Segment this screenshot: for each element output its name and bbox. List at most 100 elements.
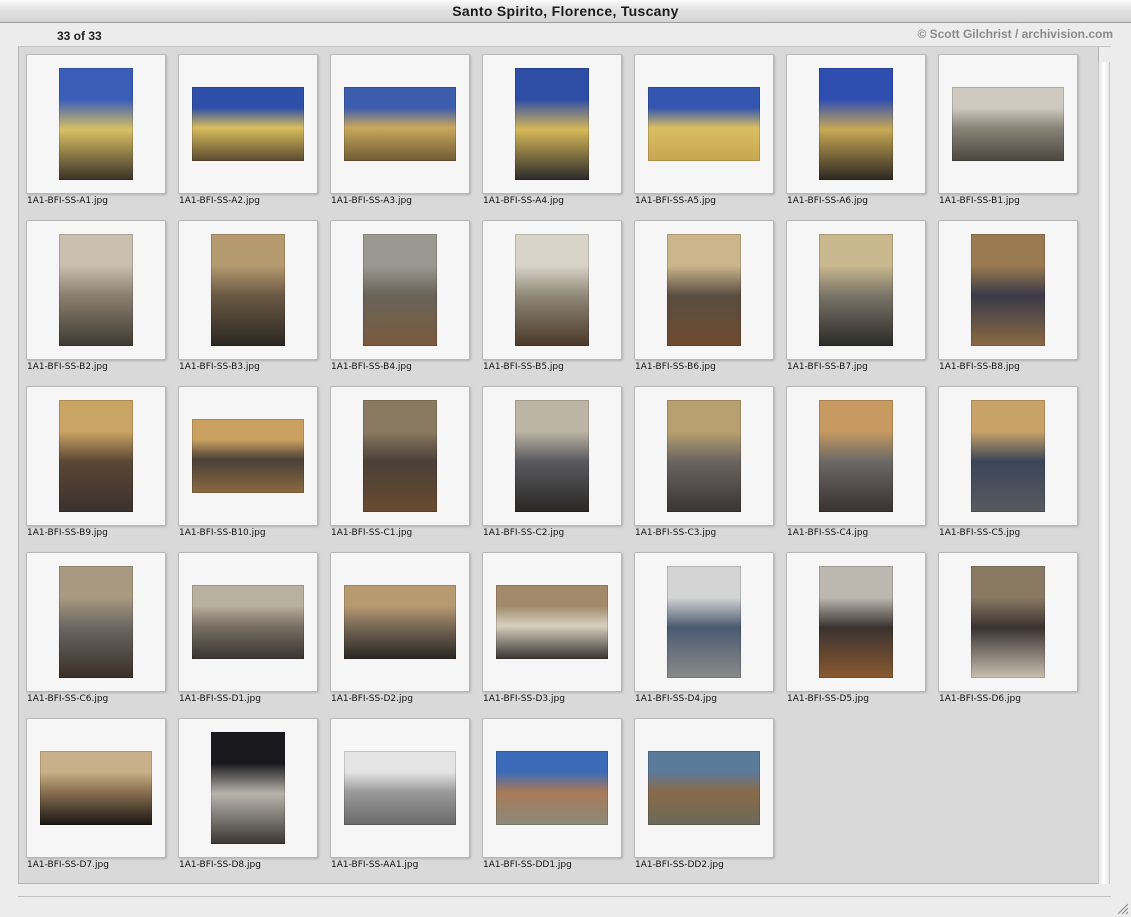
slide-frame[interactable] [786, 386, 926, 526]
thumbnail-image[interactable] [971, 400, 1045, 512]
thumbnail-image[interactable] [819, 234, 893, 346]
slide-frame[interactable] [938, 386, 1078, 526]
thumbnail-item[interactable]: 1A1-BFI-SS-D6.jpg [931, 545, 1078, 704]
thumbnail-image[interactable] [344, 751, 456, 825]
thumbnail-image[interactable] [211, 234, 285, 346]
thumbnail-image[interactable] [667, 234, 741, 346]
thumbnail-image[interactable] [192, 87, 304, 161]
slide-frame[interactable] [178, 718, 318, 858]
slide-frame[interactable] [938, 54, 1078, 194]
slide-frame[interactable] [178, 386, 318, 526]
slide-frame[interactable] [330, 552, 470, 692]
thumbnail-image[interactable] [819, 68, 893, 180]
thumbnail-image[interactable] [667, 400, 741, 512]
slide-frame[interactable] [786, 220, 926, 360]
thumbnail-image[interactable] [59, 234, 133, 346]
thumbnail-item[interactable]: 1A1-BFI-SS-A5.jpg [627, 47, 774, 206]
thumbnail-image[interactable] [971, 566, 1045, 678]
thumbnail-item[interactable]: 1A1-BFI-SS-DD1.jpg [475, 711, 622, 870]
thumbnail-item[interactable]: 1A1-BFI-SS-A1.jpg [19, 47, 166, 206]
thumbnail-item[interactable]: 1A1-BFI-SS-B2.jpg [19, 213, 166, 372]
thumbnail-image[interactable] [40, 751, 152, 825]
thumbnail-pane[interactable]: 1A1-BFI-SS-A1.jpg 1A1-BFI-SS-A2.jpg 1A1-BF… [18, 47, 1099, 884]
slide-frame[interactable] [330, 386, 470, 526]
slide-frame[interactable] [634, 386, 774, 526]
slide-frame[interactable] [786, 54, 926, 194]
thumbnail-item[interactable]: 1A1-BFI-SS-C3.jpg [627, 379, 774, 538]
thumbnail-item[interactable]: 1A1-BFI-SS-B6.jpg [627, 213, 774, 372]
thumbnail-image[interactable] [667, 566, 741, 678]
thumbnail-image[interactable] [496, 585, 608, 659]
thumbnail-item[interactable]: 1A1-BFI-SS-B9.jpg [19, 379, 166, 538]
thumbnail-item[interactable]: 1A1-BFI-SS-D1.jpg [171, 545, 318, 704]
slide-frame[interactable] [634, 552, 774, 692]
thumbnail-image[interactable] [648, 751, 760, 825]
thumbnail-item[interactable]: 1A1-BFI-SS-B8.jpg [931, 213, 1078, 372]
slide-frame[interactable] [482, 718, 622, 858]
window-titlebar[interactable]: Santo Spirito, Florence, Tuscany [0, 0, 1131, 23]
thumbnail-item[interactable]: 1A1-BFI-SS-B5.jpg [475, 213, 622, 372]
thumbnail-image[interactable] [344, 87, 456, 161]
thumbnail-image[interactable] [952, 87, 1064, 161]
thumbnail-image[interactable] [515, 234, 589, 346]
thumbnail-item[interactable]: 1A1-BFI-SS-D8.jpg [171, 711, 318, 870]
thumbnail-image[interactable] [971, 234, 1045, 346]
thumbnail-item[interactable]: 1A1-BFI-SS-D5.jpg [779, 545, 926, 704]
thumbnail-item[interactable]: 1A1-BFI-SS-B4.jpg [323, 213, 470, 372]
thumbnail-item[interactable]: 1A1-BFI-SS-A4.jpg [475, 47, 622, 206]
thumbnail-item[interactable]: 1A1-BFI-SS-B3.jpg [171, 213, 318, 372]
thumbnail-image[interactable] [59, 400, 133, 512]
thumbnail-item[interactable]: 1A1-BFI-SS-D7.jpg [19, 711, 166, 870]
resize-grip-icon[interactable] [1116, 902, 1129, 915]
thumbnail-item[interactable]: 1A1-BFI-SS-A2.jpg [171, 47, 318, 206]
slide-frame[interactable] [482, 386, 622, 526]
thumbnail-image[interactable] [363, 400, 437, 512]
thumbnail-image[interactable] [819, 566, 893, 678]
thumbnail-image[interactable] [211, 732, 285, 844]
thumbnail-image[interactable] [363, 234, 437, 346]
thumbnail-item[interactable]: 1A1-BFI-SS-DD2.jpg [627, 711, 774, 870]
thumbnail-item[interactable]: 1A1-BFI-SS-B1.jpg [931, 47, 1078, 206]
slide-frame[interactable] [634, 54, 774, 194]
thumbnail-item[interactable]: 1A1-BFI-SS-B10.jpg [171, 379, 318, 538]
slide-frame[interactable] [330, 220, 470, 360]
slide-frame[interactable] [26, 552, 166, 692]
thumbnail-item[interactable]: 1A1-BFI-SS-C2.jpg [475, 379, 622, 538]
thumbnail-image[interactable] [59, 68, 133, 180]
slide-frame[interactable] [482, 552, 622, 692]
thumbnail-item[interactable]: 1A1-BFI-SS-D2.jpg [323, 545, 470, 704]
slide-frame[interactable] [330, 718, 470, 858]
slide-frame[interactable] [938, 552, 1078, 692]
slide-frame[interactable] [26, 718, 166, 858]
thumbnail-image[interactable] [515, 68, 589, 180]
thumbnail-item[interactable]: 1A1-BFI-SS-D3.jpg [475, 545, 622, 704]
thumbnail-item[interactable]: 1A1-BFI-SS-C4.jpg [779, 379, 926, 538]
slide-frame[interactable] [178, 552, 318, 692]
slide-frame[interactable] [178, 220, 318, 360]
thumbnail-image[interactable] [344, 585, 456, 659]
thumbnail-item[interactable]: 1A1-BFI-SS-C1.jpg [323, 379, 470, 538]
slide-frame[interactable] [786, 552, 926, 692]
thumbnail-item[interactable]: 1A1-BFI-SS-AA1.jpg [323, 711, 470, 870]
slide-frame[interactable] [634, 718, 774, 858]
slide-frame[interactable] [178, 54, 318, 194]
thumbnail-item[interactable]: 1A1-BFI-SS-D4.jpg [627, 545, 774, 704]
thumbnail-item[interactable]: 1A1-BFI-SS-A6.jpg [779, 47, 926, 206]
slide-frame[interactable] [482, 54, 622, 194]
slide-frame[interactable] [938, 220, 1078, 360]
thumbnail-item[interactable]: 1A1-BFI-SS-B7.jpg [779, 213, 926, 372]
slide-frame[interactable] [482, 220, 622, 360]
vertical-scrollbar[interactable] [1098, 62, 1110, 884]
thumbnail-image[interactable] [192, 585, 304, 659]
thumbnail-image[interactable] [648, 87, 760, 161]
slide-frame[interactable] [26, 220, 166, 360]
thumbnail-image[interactable] [819, 400, 893, 512]
thumbnail-image[interactable] [515, 400, 589, 512]
slide-frame[interactable] [26, 386, 166, 526]
thumbnail-item[interactable]: 1A1-BFI-SS-C6.jpg [19, 545, 166, 704]
thumbnail-image[interactable] [59, 566, 133, 678]
slide-frame[interactable] [330, 54, 470, 194]
thumbnail-image[interactable] [496, 751, 608, 825]
thumbnail-item[interactable]: 1A1-BFI-SS-C5.jpg [931, 379, 1078, 538]
slide-frame[interactable] [634, 220, 774, 360]
